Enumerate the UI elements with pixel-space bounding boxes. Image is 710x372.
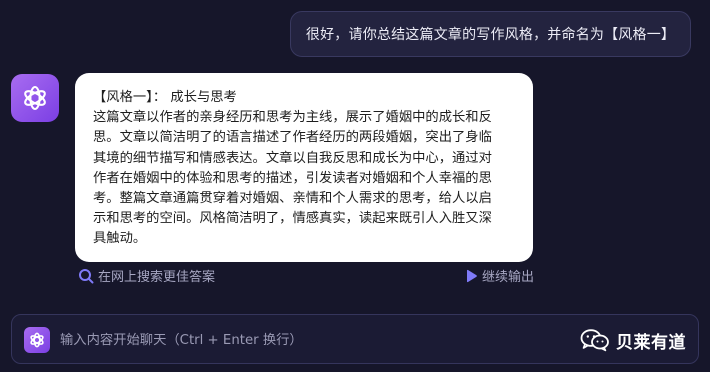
- continue-output-label: 继续输出: [481, 270, 534, 285]
- openai-logo-icon: [30, 332, 44, 348]
- user-message-bubble: 很好，请你总结这篇文章的写作风格，并命名为【风格一】: [290, 11, 691, 57]
- search-web-button[interactable]: 在网上搜索更佳答案: [78, 266, 215, 285]
- user-message-text: 很好，请你总结这篇文章的写作风格，并命名为【风格一】: [305, 27, 676, 43]
- assistant-message-line: 示和思考的空间。风格简洁明了，情感真实，读起来既引人入胜又深: [93, 211, 492, 227]
- chat-input-bar: 贝莱有道: [11, 314, 699, 364]
- assistant-message-title: 【风格一】： 成长与思考: [93, 90, 237, 105]
- wechat-icon: [580, 329, 609, 352]
- model-icon[interactable]: [24, 327, 50, 353]
- message-actions: 在网上搜索更佳答案 继续输出: [78, 266, 534, 286]
- search-icon: [79, 268, 94, 283]
- openai-logo-icon: [24, 85, 46, 111]
- assistant-message-bubble: 【风格一】： 成长与思考 这篇文章以作者的亲身经历和思考为主线，展示了婚姻中的成…: [75, 73, 533, 262]
- assistant-message-line: 其境的细节描写和情感表达。文章以自我反思和成长为中心，通过对: [93, 150, 492, 166]
- chat-input[interactable]: [58, 325, 532, 355]
- assistant-message-line: 作者在婚姻中的体验和思考的描述，引发读者对婚姻和个人幸福的思: [93, 170, 492, 186]
- assistant-message-line: 考。整篇文章通篇贯穿着对婚姻、亲情和个人需求的思考，给人以启: [93, 191, 492, 207]
- play-icon: [466, 269, 477, 282]
- assistant-avatar: [11, 74, 59, 122]
- watermark-text: 贝莱有道: [616, 332, 686, 353]
- assistant-message-line: 思。文章以简洁明了的语言描述了作者经历的两段婚姻，突出了身临: [93, 130, 492, 146]
- search-web-label: 在网上搜索更佳答案: [98, 270, 216, 285]
- watermark: 贝莱有道: [580, 326, 686, 354]
- continue-output-button[interactable]: 继续输出: [464, 266, 534, 285]
- assistant-message-line: 具触动。: [93, 231, 147, 247]
- assistant-message-line: 这篇文章以作者的亲身经历和思考为主线，展示了婚姻中的成长和反: [93, 110, 492, 126]
